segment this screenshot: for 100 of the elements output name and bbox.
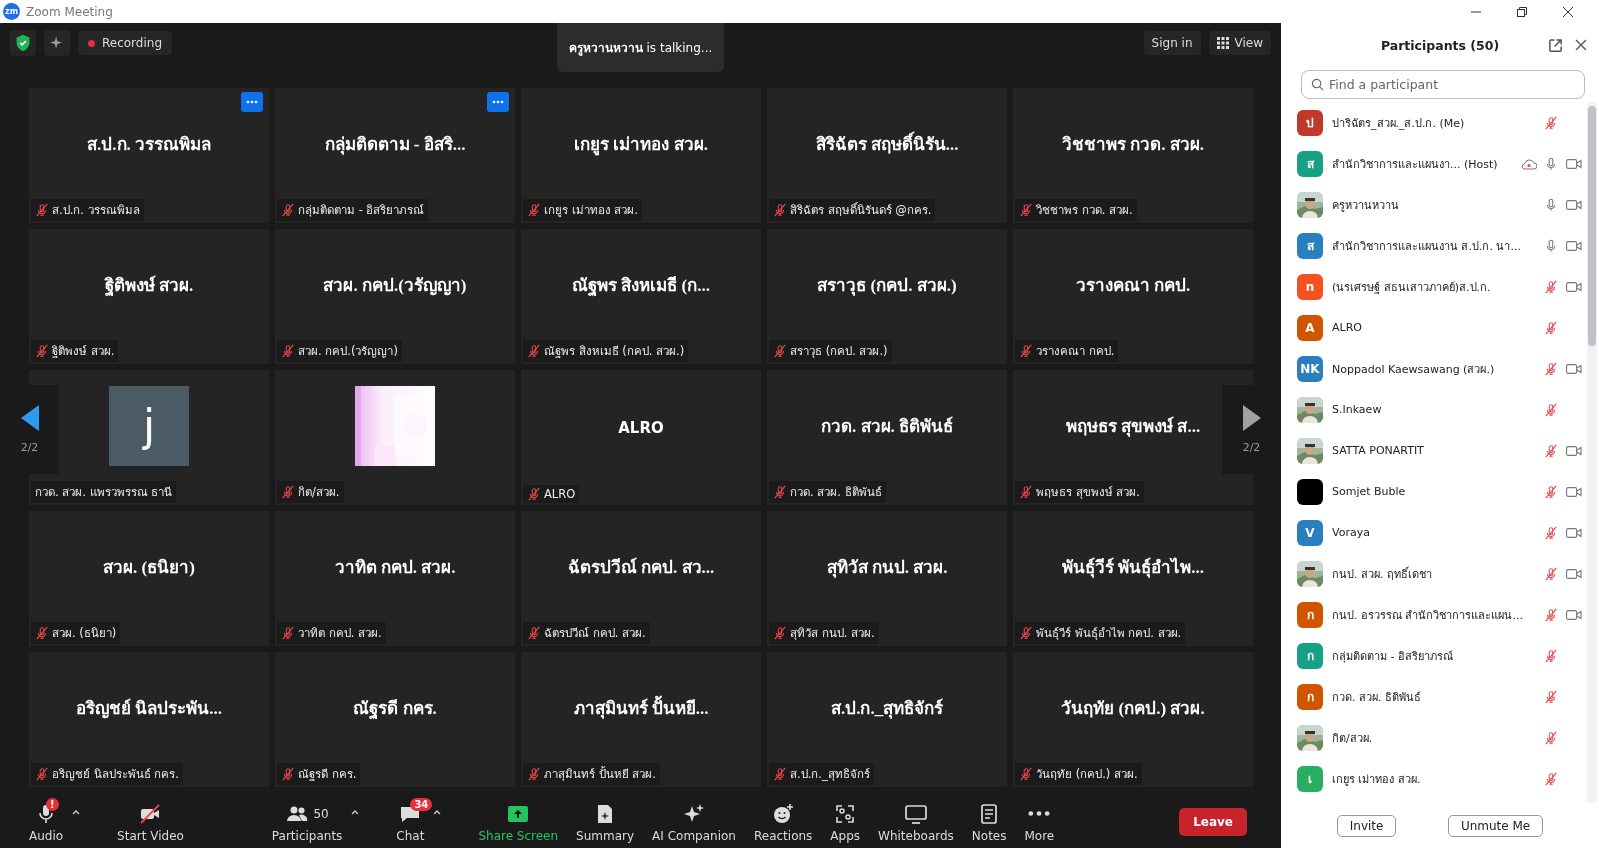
camera-icon[interactable] [1566, 362, 1582, 375]
microphone-icon[interactable] [1544, 156, 1558, 171]
video-tile[interactable]: สุทิวัส กนป. สวผ. สุทิวัส กนป. สวผ. [767, 511, 1007, 646]
toolbar-button[interactable]: Summary [567, 800, 644, 843]
participant-item[interactable]: ป ปาริฉัตร_สวผ._ส.ป.ก. (Me) [1281, 102, 1587, 143]
participant-item[interactable]: กิต/สวผ. [1281, 717, 1587, 758]
muted-mic-icon [35, 203, 49, 217]
video-tile[interactable]: ฉัตรปวีณ์ กคป. สว... ฉัตรปวีณ์ กคป. สวผ. [521, 511, 761, 646]
video-tile[interactable]: พันธุ์วีร์ พันธุ์อำไพ... พันธุ์วีร์ พันธุ์อำไพ กคป. สวผ. [1013, 511, 1253, 646]
video-tile[interactable]: ส.ป.ก._สุทธิจักร์ ส.ป.ก._สุทธิจักร์ [767, 652, 1007, 787]
participant-item[interactable]: NK Noppadol Kaewsawang (สวผ.) [1281, 348, 1587, 389]
video-tile[interactable]: ภาสุมินทร์ ปั้นหยี... ภาสุมินทร์ ปั้นหยี สวผ. [521, 652, 761, 787]
participant-item[interactable]: ก กวด. สวผ. ธิติพันธ์ [1281, 676, 1587, 717]
caret-icon[interactable] [433, 808, 442, 815]
camera-icon[interactable] [1566, 280, 1582, 293]
panel-button[interactable]: Unmute Me [1447, 814, 1544, 837]
scrollbar[interactable] [1587, 102, 1597, 803]
toolbar-button[interactable]: Share Screen [469, 800, 568, 843]
caret-icon[interactable] [72, 808, 81, 815]
camera-icon[interactable] [1566, 198, 1582, 211]
participant-item[interactable]: Somjet Buble [1281, 471, 1587, 512]
video-tile[interactable]: อริญชย์ นิลประพัน... อริญชย์ นิลประพันธ์ กคร. [29, 652, 269, 787]
participant-item[interactable]: V Voraya [1281, 512, 1587, 553]
toolbar-button[interactable]: AI Companion [643, 800, 745, 843]
camera-icon[interactable] [1566, 444, 1582, 457]
camera-icon[interactable] [1566, 608, 1582, 621]
toolbar-button[interactable]: 50 Participants [262, 800, 352, 843]
participant-item[interactable]: n (นรเศรษฐ์ สธนเสาวภาคย์)ส.ป.ก. [1281, 266, 1587, 307]
label-text: ณัฐรดี กคร. [298, 766, 357, 783]
muted-mic-icon [1544, 115, 1558, 130]
toolbar-button[interactable]: 34 Chat [387, 800, 434, 843]
participant-item[interactable]: ส สำนักวิชาการและแผนงาน ส.ป.ก. นา... [1281, 225, 1587, 266]
more-options-button[interactable] [241, 92, 263, 112]
toolbar-button[interactable]: Reactions [744, 800, 822, 843]
toolbar-button[interactable]: Whiteboards [869, 800, 963, 843]
video-tile[interactable]: วันฤทัย (กคป.) สวผ. วันฤทัย (กคป.) สวผ. [1013, 652, 1253, 787]
participant-name: กนป. สวผ. ฤทธิ์เดชา [1332, 565, 1432, 583]
muted-mic-icon [281, 626, 295, 640]
participant-item[interactable]: กนป. สวผ. ฤทธิ์เดชา [1281, 553, 1587, 594]
participant-item[interactable]: S.Inkaew [1281, 389, 1587, 430]
video-tile[interactable]: วรางคณา กคป. วรางคณา กคป. [1013, 229, 1253, 364]
participant-item[interactable]: ก กนป. อรวรรณ สำนักวิชาการและแผน... [1281, 594, 1587, 635]
video-tile[interactable]: ณัฐพร สิงหเมธี (ก... ณัฐพร สิงหเมธี (กคป. สวผ.) [521, 229, 761, 364]
microphone-icon[interactable] [1544, 238, 1558, 253]
muted-mic-icon [281, 485, 295, 499]
camera-icon[interactable] [1566, 157, 1582, 170]
close-icon[interactable] [1563, 6, 1573, 17]
camera-icon[interactable] [1566, 239, 1582, 252]
participant-name: S.Inkaew [1332, 403, 1382, 416]
left-arrow-icon [20, 405, 39, 431]
video-tile[interactable]: เกยูร เม่าทอง สวผ. เกยูร เม่าทอง สวผ. [521, 88, 761, 223]
video-tile[interactable]: กลุ่มติดตาม - อิสริ... กลุ่มติดตาม - อิสริยาภรณ์ [275, 88, 515, 223]
video-tile[interactable]: กิต/สวผ. [275, 370, 515, 505]
video-tile[interactable]: วาทิต กคป. สวผ. วาทิต กคป. สวผ. [275, 511, 515, 646]
muted-mic-icon [527, 203, 541, 217]
sparkle-icon[interactable] [44, 30, 70, 56]
toolbar-button[interactable]: Start Video [108, 800, 193, 843]
video-tile[interactable]: ส.ป.ก. วรรณพิมล ส.ป.ก. วรรณพิมล [29, 88, 269, 223]
search-icon [1311, 78, 1324, 91]
participant-item[interactable]: ครูหวานหวาน [1281, 184, 1587, 225]
view-button[interactable]: View [1208, 31, 1271, 55]
toolbar-button[interactable]: Notes [962, 800, 1016, 843]
toolbar-button[interactable]: Apps [821, 800, 870, 843]
participant-item[interactable]: A ALRO [1281, 307, 1587, 348]
close-icon[interactable] [1575, 39, 1587, 51]
toolbar-button[interactable]: ! Audio [20, 800, 73, 843]
video-off-icon [138, 801, 163, 826]
microphone-icon[interactable] [1544, 197, 1558, 212]
video-tile[interactable]: สิริฉัตร สฤษดิ์นิรัน... สิริฉัตร สฤษดิ์นิรันดร์ @กคร. [767, 88, 1007, 223]
participant-item[interactable]: ก กลุ่มติดตาม - อิสริยาภรณ์ [1281, 635, 1587, 676]
video-tile[interactable]: สราวุธ (กคป. สวผ.) สราวุธ (กคป. สวผ.) [767, 229, 1007, 364]
panel-button[interactable]: Invite [1336, 814, 1397, 837]
video-tile[interactable]: ALRO ALRO [521, 370, 761, 505]
toolbar-button[interactable]: More [1015, 800, 1064, 843]
recording-indicator[interactable]: Recording [78, 31, 173, 55]
sign-in-button[interactable]: Sign in [1143, 31, 1201, 55]
caret-icon[interactable] [351, 808, 360, 815]
video-tile[interactable]: ณัฐรดี กคร. ณัฐรดี กคร. [275, 652, 515, 787]
maximize-icon[interactable] [1517, 6, 1527, 17]
video-tile[interactable]: ฐิติพงษ์ สวผ. ฐิติพงษ์ สวผ. [29, 229, 269, 364]
camera-icon[interactable] [1566, 567, 1582, 580]
video-tile[interactable]: กวด. สวผ. ธิติพันธ์ กวด. สวผ. ธิติพันธ์ [767, 370, 1007, 505]
camera-icon[interactable] [1566, 485, 1582, 498]
panel-title: Participants (50) [1380, 37, 1500, 53]
more-options-button[interactable] [487, 92, 509, 112]
participant-item[interactable]: เ เกยูร เม่าทอง สวผ. [1281, 758, 1587, 799]
video-tile[interactable]: วิชชาพร กวด. สวผ. วิชชาพร กวด. สวผ. [1013, 88, 1253, 223]
pop-out-icon[interactable] [1548, 37, 1563, 53]
participant-name: Somjet Buble [1332, 485, 1406, 498]
participant-name: วันฤทัย (กคป.) สวผ. [1061, 698, 1205, 720]
leave-button[interactable]: Leave [1179, 807, 1247, 836]
video-tile[interactable]: สวผ. (ธนิยา) สวผ. (ธนิยา) [29, 511, 269, 646]
participant-item[interactable]: SATTA PONARTIT [1281, 430, 1587, 471]
participant-name: สำนักวิชาการและแผนงา... (Host) [1332, 156, 1498, 173]
shield-check-icon[interactable] [10, 30, 36, 56]
video-tile[interactable]: สวผ. กคป.(วรัญญา) สวผ. กคป.(วรัญญา) [275, 229, 515, 364]
search-field[interactable]: Find a participant [1301, 70, 1585, 99]
camera-icon[interactable] [1566, 526, 1582, 539]
participant-item[interactable]: ส สำนักวิชาการและแผนงา... (Host) [1281, 143, 1587, 184]
muted-mic-icon [1544, 730, 1558, 745]
